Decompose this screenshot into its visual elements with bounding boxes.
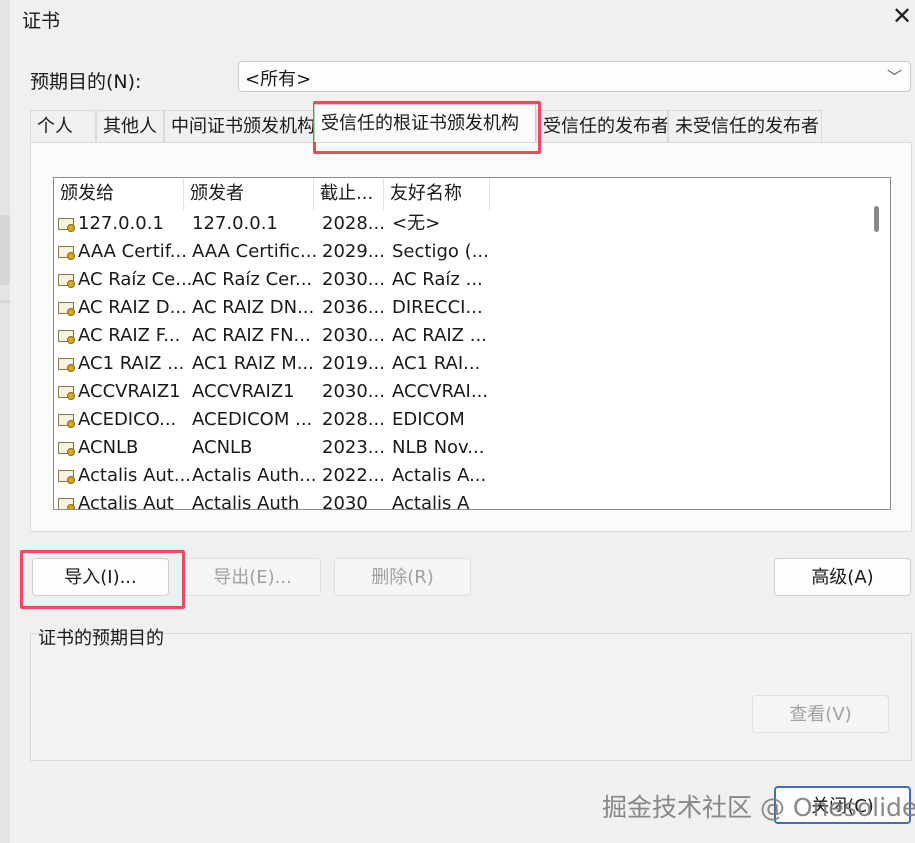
cell-friendly-name: DIRECCI...: [392, 297, 483, 318]
intended-purposes-label: 证书的预期目的: [38, 628, 164, 649]
tab-trusted-root-ca[interactable]: 受信任的根证书颁发机构: [314, 104, 536, 142]
cell-expiration: 2028...: [322, 409, 385, 430]
certificate-list[interactable]: 颁发给 颁发者 截止... 友好名称 127.0.0.1 127.0.0.1 202…: [53, 177, 891, 510]
cell-issued-by: AAA Certific...: [192, 241, 318, 262]
watermark: 掘金技术社区 @ Onesolide: [602, 793, 915, 822]
cell-issued-by: AC1 RAIZ M...: [192, 353, 314, 374]
column-header-issued-to[interactable]: 颁发给: [54, 178, 184, 210]
table-row[interactable]: AC Raíz Ce... AC Raíz Cer... 2030... AC Raí…: [54, 266, 864, 294]
cell-issued-by: AC RAIZ DN...: [192, 297, 315, 318]
tab-other-people[interactable]: 其他人: [96, 110, 164, 142]
cell-issued-by: AC Raíz Cer...: [192, 269, 313, 290]
cell-issued-to: AAA Certif...: [78, 241, 187, 262]
tab-intermediate-ca[interactable]: 中间证书颁发机构: [164, 110, 314, 142]
certificate-icon: [58, 386, 75, 400]
cell-issued-to: ACEDICO...: [78, 409, 177, 430]
certificate-icon: [58, 442, 75, 456]
cell-expiration: 2019...: [322, 353, 385, 374]
cell-friendly-name: Actalis A...: [392, 465, 487, 486]
table-row[interactable]: AAA Certif... AAA Certific... 2029... Secti…: [54, 238, 864, 266]
certificate-icon: [58, 414, 75, 428]
cell-friendly-name: NLB Nov...: [392, 437, 485, 458]
cell-issued-by: ACNLB: [192, 437, 253, 458]
column-header-issued-by[interactable]: 颁发者: [184, 178, 314, 210]
purpose-value: <所有>: [245, 69, 312, 90]
cell-friendly-name: Sectigo (...: [392, 241, 489, 262]
cell-issued-to: AC1 RAIZ ...: [78, 353, 185, 374]
certificate-icon: [58, 302, 75, 316]
cell-expiration: 2030...: [322, 269, 385, 290]
cell-friendly-name: ACCVRAI...: [392, 381, 489, 402]
table-row[interactable]: Actalis Aut Actalis Auth 2030 Actalis A: [54, 490, 864, 510]
table-row[interactable]: 127.0.0.1 127.0.0.1 2028... <无>: [54, 210, 864, 238]
cell-friendly-name: AC1 RAI...: [392, 353, 481, 374]
table-row[interactable]: ACCVRAIZ1 ACCVRAIZ1 2030... ACCVRAI...: [54, 378, 864, 406]
column-header-expiration[interactable]: 截止...: [314, 178, 384, 210]
cell-issued-by: ACEDICOM ...: [192, 409, 313, 430]
delete-button[interactable]: 删除(R): [334, 558, 471, 596]
table-row[interactable]: AC RAIZ F... AC RAIZ FN... 2030... AC RAIZ …: [54, 322, 864, 350]
cell-issued-to: AC Raíz Ce...: [78, 269, 193, 290]
chevron-down-icon: ﹀: [886, 68, 902, 86]
cell-issued-to: ACNLB: [78, 437, 139, 458]
table-row[interactable]: AC1 RAIZ ... AC1 RAIZ M... 2019... AC1 RAI.…: [54, 350, 864, 378]
cell-expiration: 2028...: [322, 213, 385, 234]
background-window-strip: [0, 0, 10, 843]
cell-friendly-name: AC RAIZ ...: [392, 325, 487, 346]
purpose-label: 预期目的(N):: [30, 71, 142, 93]
certificate-icon: [58, 218, 75, 232]
certificate-icon: [58, 470, 75, 484]
tab-personal[interactable]: 个人: [30, 110, 96, 142]
table-row[interactable]: AC RAIZ D... AC RAIZ DN... 2036... DIRECCI.…: [54, 294, 864, 322]
cell-issued-by: 127.0.0.1: [192, 213, 278, 234]
cell-friendly-name: EDICOM: [392, 409, 465, 430]
table-row[interactable]: ACEDICO... ACEDICOM ... 2028... EDICOM: [54, 406, 864, 434]
certificate-icon: [58, 274, 75, 288]
cell-expiration: 2029...: [322, 241, 385, 262]
cell-expiration: 2022...: [322, 465, 385, 486]
cell-issued-to: Actalis Aut...: [78, 465, 192, 486]
column-header-friendly-name[interactable]: 友好名称: [384, 178, 490, 210]
cell-issued-by: Actalis Auth: [192, 493, 300, 510]
certificate-icon: [58, 246, 75, 260]
view-button[interactable]: 查看(V): [752, 695, 889, 733]
table-row[interactable]: ACNLB ACNLB 2023... NLB Nov...: [54, 434, 864, 462]
tab-trusted-publishers[interactable]: 受信任的发布者: [536, 110, 668, 142]
cell-issued-by: AC RAIZ FN...: [192, 325, 311, 346]
cell-issued-by: ACCVRAIZ1: [192, 381, 295, 402]
export-button[interactable]: 导出(E)...: [184, 558, 321, 596]
tab-untrusted-publishers[interactable]: 未受信任的发布者: [668, 110, 822, 142]
highlight-box-import: [20, 550, 185, 609]
window-title: 证书: [22, 10, 61, 32]
certificate-icon: [58, 358, 75, 372]
table-row[interactable]: Actalis Aut... Actalis Auth... 2022... Acta…: [54, 462, 864, 490]
cell-expiration: 2030...: [322, 325, 385, 346]
advanced-button[interactable]: 高级(A): [774, 558, 911, 596]
cell-issued-to: AC RAIZ D...: [78, 297, 187, 318]
cell-friendly-name: <无>: [392, 213, 441, 234]
cell-issued-to: 127.0.0.1: [78, 213, 164, 234]
cell-expiration: 2030...: [322, 381, 385, 402]
cell-expiration: 2036...: [322, 297, 385, 318]
certificate-icon: [58, 330, 75, 344]
purpose-dropdown[interactable]: <所有> ﹀: [238, 61, 911, 92]
cell-friendly-name: Actalis A: [392, 493, 470, 510]
cell-friendly-name: AC Raíz ...: [392, 269, 483, 290]
cell-issued-to: Actalis Aut: [78, 493, 174, 510]
scrollbar-thumb[interactable]: [874, 206, 879, 232]
cell-issued-by: Actalis Auth...: [192, 465, 317, 486]
cell-expiration: 2030: [322, 493, 368, 510]
cell-issued-to: ACCVRAIZ1: [78, 381, 181, 402]
close-icon[interactable]: ✕: [892, 2, 915, 30]
cell-expiration: 2023...: [322, 437, 385, 458]
certificate-icon: [58, 498, 75, 509]
cell-issued-to: AC RAIZ F...: [78, 325, 181, 346]
